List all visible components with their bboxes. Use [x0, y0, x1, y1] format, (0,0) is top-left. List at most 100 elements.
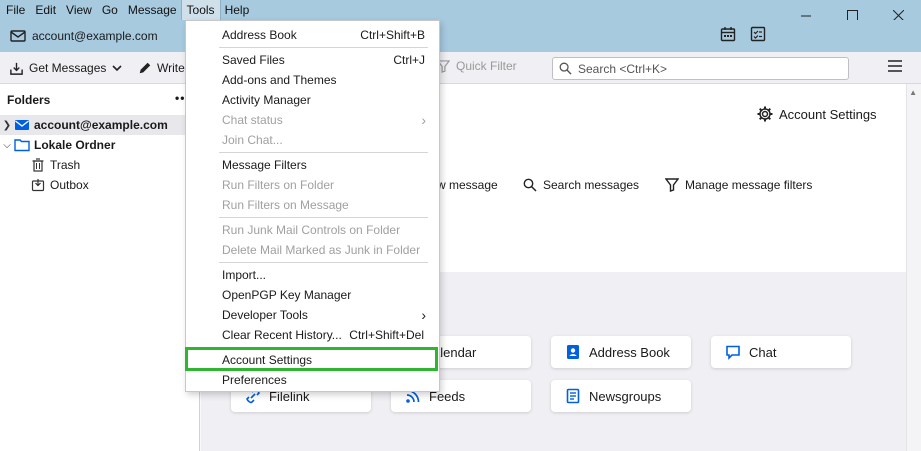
menu-item-run-junk: Run Junk Mail Controls on Folder [186, 220, 439, 240]
menu-item-label: Saved Files [222, 53, 285, 67]
tools-menu: Address Book Ctrl+Shift+B Saved Files Ct… [185, 20, 440, 392]
chevron-down-icon[interactable]: ⌵ [0, 140, 14, 151]
account-tab-row: account@example.com [0, 20, 921, 52]
menu-item-label: Join Chat... [222, 133, 283, 147]
scroll-up-icon[interactable]: ▲ [909, 88, 917, 97]
menu-item-chat-status: Chat status › [186, 110, 439, 130]
menu-item-address-book[interactable]: Address Book Ctrl+Shift+B [186, 25, 439, 45]
newsgroups-card[interactable]: Newsgroups [551, 380, 691, 412]
menu-item-openpgp[interactable]: OpenPGP Key Manager [186, 285, 439, 305]
search-placeholder: Search <Ctrl+K> [578, 61, 668, 76]
newsgroups-card-label: Newsgroups [589, 388, 662, 404]
mail-icon [10, 30, 26, 42]
filter-icon [665, 178, 679, 192]
folders-more-button[interactable]: •• [175, 91, 185, 105]
address-book-card[interactable]: Address Book [551, 336, 691, 368]
chevron-right-icon[interactable]: ❯ [0, 120, 14, 131]
chat-card-label: Chat [749, 344, 777, 360]
download-icon [10, 62, 23, 75]
account-email: account@example.com [32, 29, 158, 43]
menu-item-message-filters[interactable]: Message Filters [186, 155, 439, 175]
space-icons [720, 26, 766, 42]
main-scrollbar[interactable]: ▲ [906, 84, 921, 451]
menu-item-activity-manager[interactable]: Activity Manager [186, 90, 439, 110]
folder-outbox[interactable]: Outbox [0, 175, 200, 195]
search-messages-action[interactable]: Search messages [523, 178, 639, 192]
menu-view[interactable]: View [61, 0, 97, 20]
menu-item-label: Import... [222, 268, 267, 282]
folder-label: Lokale Ordner [34, 138, 116, 152]
menu-item-addons[interactable]: Add-ons and Themes [186, 70, 439, 90]
folder-label: account@example.com [34, 118, 168, 132]
menu-separator [219, 47, 428, 48]
get-messages-label: Get Messages [29, 61, 107, 75]
search-messages-label: Search messages [543, 178, 640, 192]
menu-item-label: Delete Mail Marked as Junk in Folder [222, 243, 421, 257]
app-menu-button[interactable] [888, 60, 902, 75]
menu-item-preferences[interactable]: Preferences [186, 370, 439, 390]
mail-account-icon [14, 117, 30, 133]
search-input[interactable]: Search <Ctrl+K> [552, 57, 849, 80]
minimize-icon [800, 15, 811, 16]
menu-help[interactable]: Help [220, 0, 255, 20]
trash-icon [30, 157, 46, 173]
menu-separator [219, 152, 428, 153]
menu-tools[interactable]: Tools [180, 0, 221, 21]
search-icon [523, 178, 537, 192]
account-tab[interactable]: account@example.com [0, 29, 158, 43]
chevron-right-icon: › [421, 112, 426, 128]
quick-filter-label: Quick Filter [456, 59, 517, 73]
menu-go[interactable]: Go [97, 0, 123, 20]
folder-local[interactable]: ⌵ Lokale Ordner [0, 135, 200, 155]
address-book-card-label: Address Book [589, 344, 670, 360]
new-message-label: w message [437, 178, 498, 192]
calendar-icon[interactable] [720, 26, 736, 42]
tasks-icon[interactable] [750, 26, 766, 42]
pencil-icon [139, 62, 151, 74]
menu-item-shortcut: Ctrl+Shift+Del [349, 328, 424, 342]
menu-file[interactable]: File [0, 0, 30, 20]
menu-item-clear-history[interactable]: Clear Recent History... Ctrl+Shift+Del [186, 325, 439, 345]
quick-filter-button[interactable]: Quick Filter [437, 59, 517, 73]
new-message-action[interactable]: w message [437, 178, 498, 192]
account-settings-label: Account Settings [779, 106, 877, 122]
menu-message[interactable]: Message [123, 0, 182, 20]
folder-trash[interactable]: Trash [0, 155, 200, 175]
menu-item-label: Clear Recent History... [222, 328, 342, 342]
menu-item-run-filters-message: Run Filters on Message [186, 195, 439, 215]
chat-card[interactable]: Chat [711, 336, 851, 368]
folder-label: Trash [50, 158, 81, 172]
folder-pane: Folders •• ❯ account@example.com ⌵ Lokal… [0, 84, 200, 451]
menu-item-shortcut: Ctrl+J [393, 53, 425, 67]
outbox-icon [30, 177, 46, 193]
menu-item-developer-tools[interactable]: Developer Tools › [186, 305, 439, 325]
manage-filters-label: Manage message filters [685, 178, 813, 192]
menu-item-label: OpenPGP Key Manager [222, 288, 352, 302]
menu-item-label: Preferences [222, 373, 287, 387]
menu-item-label: Message Filters [222, 158, 307, 172]
menu-item-import[interactable]: Import... [186, 265, 439, 285]
newsgroups-icon [566, 388, 580, 404]
manage-filters-action[interactable]: Manage message filters [665, 178, 812, 192]
write-label: Write [157, 61, 185, 75]
menu-separator [219, 262, 428, 263]
main-toolbar: Get Messages Write Quick Filter Search <… [0, 52, 921, 84]
folder-account[interactable]: ❯ account@example.com [0, 115, 200, 135]
write-button[interactable]: Write [138, 58, 185, 78]
chevron-down-icon [112, 65, 122, 72]
folder-label: Outbox [50, 178, 89, 192]
menu-item-saved-files[interactable]: Saved Files Ctrl+J [186, 50, 439, 70]
menu-item-label: Chat status [222, 113, 283, 127]
menu-item-label: Run Filters on Folder [222, 178, 335, 192]
account-settings-link[interactable]: Account Settings [757, 106, 877, 122]
search-icon [559, 62, 572, 75]
menu-item-label: Address Book [222, 28, 297, 42]
chevron-right-icon: › [421, 307, 426, 323]
gear-icon [757, 106, 773, 122]
get-messages-dropdown[interactable] [111, 58, 123, 78]
menu-item-join-chat: Join Chat... [186, 130, 439, 150]
menu-item-label: Add-ons and Themes [222, 73, 337, 87]
get-messages-button[interactable]: Get Messages [9, 58, 106, 78]
menu-item-label: Activity Manager [222, 93, 311, 107]
menu-edit[interactable]: Edit [30, 0, 61, 20]
